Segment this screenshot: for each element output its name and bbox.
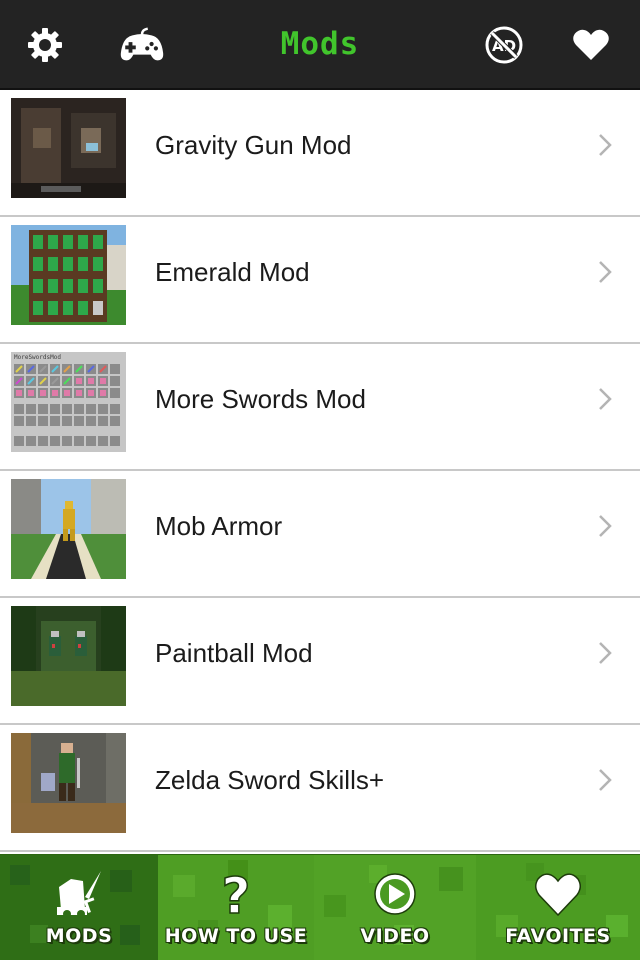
mod-thumbnail: MoreSwordsMod: [11, 352, 126, 452]
list-item[interactable]: Paintball Mod: [0, 598, 640, 725]
mod-title: More Swords Mod: [155, 383, 366, 414]
mod-thumbnail: [11, 733, 126, 833]
mod-thumbnail: [11, 98, 126, 198]
tab-video[interactable]: VIDEO: [314, 855, 476, 960]
mod-list: Gravity Gun Mod Emerald Mod MoreSwordsMo…: [0, 90, 640, 854]
question-icon: ?: [210, 866, 262, 926]
list-item[interactable]: MoreSwordsMod More Swords Mod: [0, 344, 640, 471]
chevron-right-icon: [599, 261, 612, 283]
mod-title: Emerald Mod: [155, 256, 310, 287]
list-item[interactable]: Gravity Gun Mod: [0, 90, 640, 217]
chevron-right-icon: [599, 134, 612, 156]
page-title: Mods: [280, 26, 360, 62]
thumb-caption: MoreSwordsMod: [14, 354, 61, 361]
play-icon: [369, 869, 421, 919]
tab-label: FAVOITES: [505, 925, 611, 947]
list-item[interactable]: Zelda Sword Skills+: [0, 725, 640, 852]
tab-favorites[interactable]: FAVOITES: [476, 855, 640, 960]
tab-mods[interactable]: MODS: [0, 855, 158, 960]
bottom-tab-bar: MODS ? HOW TO USE VIDEO FAVOITES: [0, 854, 640, 960]
chevron-right-icon: [599, 642, 612, 664]
mod-title: Zelda Sword Skills+: [155, 764, 385, 795]
heart-icon: [532, 869, 584, 919]
mod-thumbnail: [11, 606, 126, 706]
list-item[interactable]: Emerald Mod: [0, 217, 640, 344]
chevron-right-icon: [599, 515, 612, 537]
mod-title: Gravity Gun Mod: [155, 129, 352, 160]
heart-icon[interactable]: [568, 22, 614, 68]
mod-thumbnail: [11, 479, 126, 579]
list-item[interactable]: Mob Armor: [0, 471, 640, 598]
sword-icon: [53, 869, 105, 919]
mod-title: Mob Armor: [155, 510, 283, 541]
mod-thumbnail: [11, 225, 126, 325]
svg-text:?: ?: [221, 869, 250, 919]
tab-label: VIDEO: [360, 925, 430, 947]
no-ads-icon[interactable]: AD: [481, 22, 527, 68]
tab-label: HOW TO USE: [164, 925, 308, 947]
mod-title: Paintball Mod: [155, 637, 313, 668]
tab-how-to-use[interactable]: ? HOW TO USE: [158, 855, 314, 960]
chevron-right-icon: [599, 388, 612, 410]
tab-label: MODS: [45, 925, 113, 947]
chevron-right-icon: [599, 769, 612, 791]
top-navigation-bar: Mods AD: [0, 0, 640, 90]
